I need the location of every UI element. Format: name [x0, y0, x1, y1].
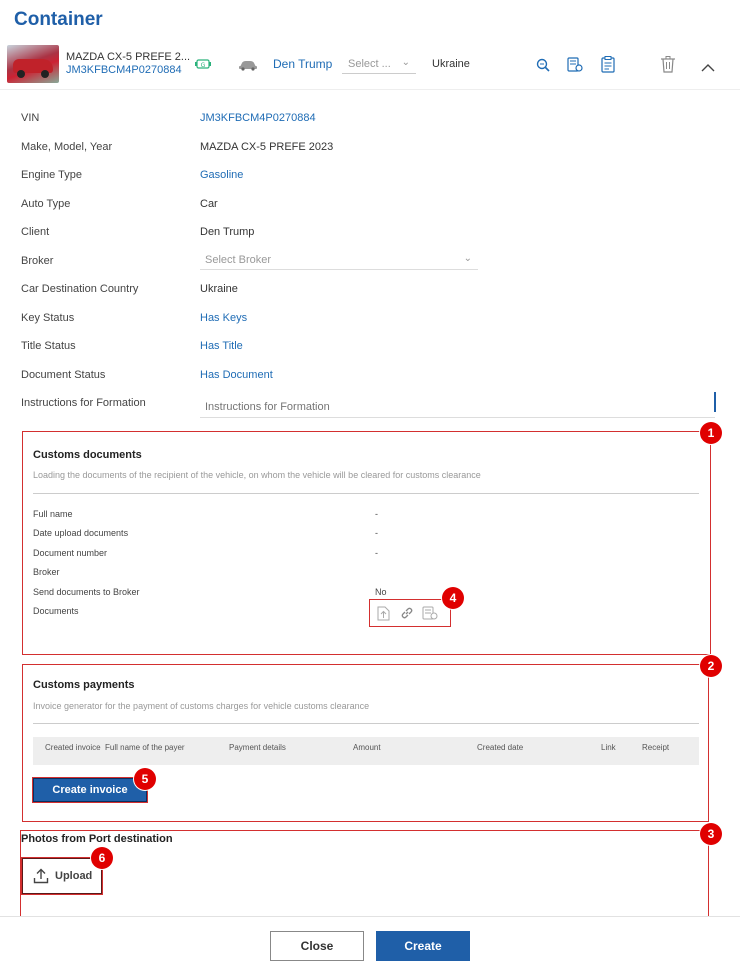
customs-documents-subtitle: Loading the documents of the recipient o… — [33, 470, 481, 480]
client-value: Den Trump — [200, 226, 255, 238]
destination-country-label: Car Destination Country — [21, 283, 139, 295]
clipboard-icon[interactable] — [600, 56, 616, 78]
divider — [33, 723, 699, 724]
key-status-value: Has Keys — [200, 312, 248, 324]
customs-payments-title: Customs payments — [33, 679, 135, 691]
upload-icon — [33, 868, 49, 887]
title-status-value: Has Title — [200, 340, 243, 352]
date-upload-label: Date upload documents — [33, 528, 129, 538]
customs-documents-section — [22, 431, 711, 655]
vin-label: VIN — [21, 112, 40, 124]
column-header: Full name of the payer — [105, 743, 185, 752]
broker-row-label: Broker — [33, 567, 60, 577]
date-upload-value: - — [375, 528, 378, 538]
instructions-label: Instructions for Formation — [21, 397, 146, 409]
instructions-input[interactable] — [200, 396, 715, 418]
destination-country-value: Ukraine — [200, 283, 238, 295]
car-icon — [238, 58, 258, 76]
column-header: Amount — [353, 743, 381, 752]
chevron-down-icon: ⌄ — [463, 253, 472, 264]
auto-type-label: Auto Type — [21, 198, 71, 210]
column-header: Created invoice — [45, 743, 101, 752]
engine-type-value: Gasoline — [200, 169, 244, 181]
link-icon[interactable] — [400, 606, 414, 625]
document-status-label: Document Status — [21, 369, 106, 381]
status-select-value: Select ... — [348, 58, 391, 70]
create-button[interactable]: Create — [376, 931, 470, 961]
key-status-label: Key Status — [21, 312, 75, 324]
send-document-icon[interactable] — [422, 605, 438, 626]
svg-text:G: G — [201, 62, 206, 69]
engine-type-label: Engine Type — [21, 169, 82, 181]
dialog-footer: Close Create — [0, 916, 740, 968]
column-header: Payment details — [229, 743, 286, 752]
photos-title: Photos from Port destination — [21, 833, 173, 845]
annotation-badge: 1 — [700, 422, 722, 444]
upload-file-icon[interactable] — [377, 606, 390, 626]
car-name: MAZDA CX-5 PREFE 2... — [66, 51, 191, 63]
invoice-table-header: Created invoice Full name of the payer P… — [33, 737, 699, 765]
chevron-up-icon[interactable] — [701, 59, 715, 77]
car-summary-row: MAZDA CX-5 PREFE 2... JM3KFBCM4P0270884 … — [0, 40, 740, 90]
annotation-badge: 5 — [134, 768, 156, 790]
country-label: Ukraine — [432, 58, 470, 70]
search-document-icon[interactable] — [535, 57, 551, 78]
status-select[interactable]: Select ... ⌄ — [342, 54, 416, 74]
annotation-badge: 6 — [91, 847, 113, 869]
close-button[interactable]: Close — [270, 931, 364, 961]
document-actions — [369, 599, 451, 627]
annotation-badge: 2 — [700, 655, 722, 677]
page-title: Container — [14, 9, 103, 30]
full-name-value: - — [375, 509, 378, 519]
car-vin-link[interactable]: JM3KFBCM4P0270884 — [66, 64, 182, 76]
client-link[interactable]: Den Trump — [273, 57, 332, 71]
chevron-down-icon: ⌄ — [401, 57, 410, 68]
document-number-label: Document number — [33, 548, 108, 558]
full-name-label: Full name — [33, 509, 73, 519]
trash-icon[interactable] — [660, 56, 676, 78]
document-number-value: - — [375, 548, 378, 558]
customs-payments-subtitle: Invoice generator for the payment of cus… — [33, 701, 370, 711]
car-thumbnail[interactable] — [7, 45, 59, 83]
text-cursor — [714, 392, 716, 412]
broker-select[interactable]: Select Broker ⌄ — [200, 252, 478, 270]
auto-type-value: Car — [200, 198, 218, 210]
vin-value[interactable]: JM3KFBCM4P0270884 — [200, 112, 316, 124]
make-model-year-value: MAZDA CX-5 PREFE 2023 — [200, 141, 334, 153]
broker-label: Broker — [21, 255, 54, 267]
customs-documents-title: Customs documents — [33, 449, 142, 461]
title-status-label: Title Status — [21, 340, 76, 352]
divider — [33, 493, 699, 494]
column-header: Link — [601, 743, 616, 752]
column-header: Receipt — [642, 743, 670, 752]
client-label: Client — [21, 226, 50, 238]
documents-label: Documents — [33, 606, 79, 616]
annotation-badge: 4 — [442, 587, 464, 609]
document-status-value: Has Document — [200, 369, 273, 381]
send-to-broker-label: Send documents to Broker — [33, 587, 140, 597]
upload-label: Upload — [55, 870, 93, 882]
create-invoice-button[interactable]: Create invoice — [33, 778, 147, 802]
column-header: Created date — [477, 743, 524, 752]
broker-select-placeholder: Select Broker — [205, 254, 272, 266]
engine-icon: G — [194, 57, 212, 76]
annotation-badge: 3 — [700, 823, 722, 845]
car-document-icon[interactable] — [566, 57, 584, 78]
make-model-year-label: Make, Model, Year — [21, 141, 113, 153]
send-to-broker-value: No — [375, 587, 387, 597]
upload-button[interactable]: Upload — [22, 858, 102, 894]
